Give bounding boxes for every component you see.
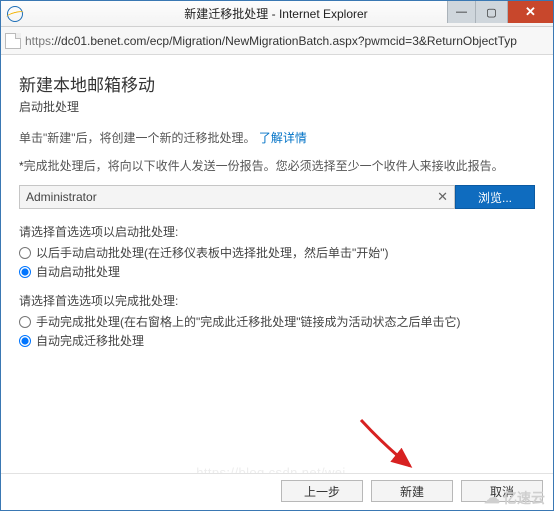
page-content: 新建本地邮箱移动 启动批处理 单击"新建"后，将创建一个新的迁移批处理。 了解详… (1, 55, 553, 510)
page-icon (5, 33, 21, 49)
minimize-button[interactable]: — (447, 1, 475, 23)
complete-option-manual[interactable]: 手动完成批处理(在右窗格上的"完成此迁移批处理"链接成为活动状态之后单击它) (19, 313, 535, 330)
ie-icon (7, 6, 23, 22)
intro-text: 单击"新建"后，将创建一个新的迁移批处理。 (19, 131, 256, 145)
start-radio-auto[interactable] (19, 266, 31, 278)
close-button[interactable]: ✕ (507, 1, 553, 23)
cloud-icon: ☁ (484, 488, 500, 508)
start-option-auto[interactable]: 自动启动批处理 (19, 263, 535, 280)
recipient-value: Administrator (26, 190, 97, 204)
start-option-manual-label: 以后手动启动批处理(在迁移仪表板中选择批处理，然后单击"开始") (36, 244, 389, 261)
start-group-label: 请选择首选选项以启动批处理: (19, 223, 535, 240)
ie-window: 新建迁移批处理 - Internet Explorer — ▢ ✕ https:… (0, 0, 554, 511)
page-heading: 新建本地邮箱移动 (19, 71, 535, 96)
wizard-footer: 上一步 新建 取消 (1, 473, 553, 510)
brand-text: 亿速云 (503, 488, 545, 508)
recipient-row: Administrator ✕ 浏览... (19, 185, 535, 209)
complete-option-auto-label: 自动完成迁移批处理 (36, 332, 144, 349)
intro-line: 单击"新建"后，将创建一个新的迁移批处理。 了解详情 (19, 129, 535, 147)
start-option-auto-label: 自动启动批处理 (36, 263, 120, 280)
complete-radio-auto[interactable] (19, 335, 31, 347)
complete-radio-manual[interactable] (19, 316, 31, 328)
address-bar: https://dc01.benet.com/ecp/Migration/New… (1, 27, 553, 55)
url-scheme: https (25, 34, 51, 48)
create-button[interactable]: 新建 (371, 480, 453, 502)
maximize-button[interactable]: ▢ (475, 1, 507, 23)
page-subtitle: 启动批处理 (19, 98, 535, 115)
complete-option-manual-label: 手动完成批处理(在右窗格上的"完成此迁移批处理"链接成为活动状态之后单击它) (36, 313, 461, 330)
clear-icon[interactable]: ✕ (437, 189, 448, 205)
brand-watermark: ☁ 亿速云 (484, 488, 545, 508)
start-option-manual[interactable]: 以后手动启动批处理(在迁移仪表板中选择批处理，然后单击"开始") (19, 244, 535, 261)
recipient-input[interactable]: Administrator ✕ (19, 185, 455, 209)
back-button[interactable]: 上一步 (281, 480, 363, 502)
url-display[interactable]: https://dc01.benet.com/ecp/Migration/New… (25, 34, 549, 48)
start-radio-manual[interactable] (19, 247, 31, 259)
complete-group-label: 请选择首选选项以完成批处理: (19, 292, 535, 309)
report-note: 完成批处理后，将向以下收件人发送一份报告。您必须选择至少一个收件人来接收此报告。 (19, 157, 535, 175)
browse-button[interactable]: 浏览... (455, 185, 535, 209)
title-bar: 新建迁移批处理 - Internet Explorer — ▢ ✕ (1, 1, 553, 27)
learn-more-link[interactable]: 了解详情 (259, 131, 307, 145)
url-rest: ://dc01.benet.com/ecp/Migration/NewMigra… (51, 34, 517, 48)
complete-option-auto[interactable]: 自动完成迁移批处理 (19, 332, 535, 349)
window-buttons: — ▢ ✕ (447, 1, 553, 23)
